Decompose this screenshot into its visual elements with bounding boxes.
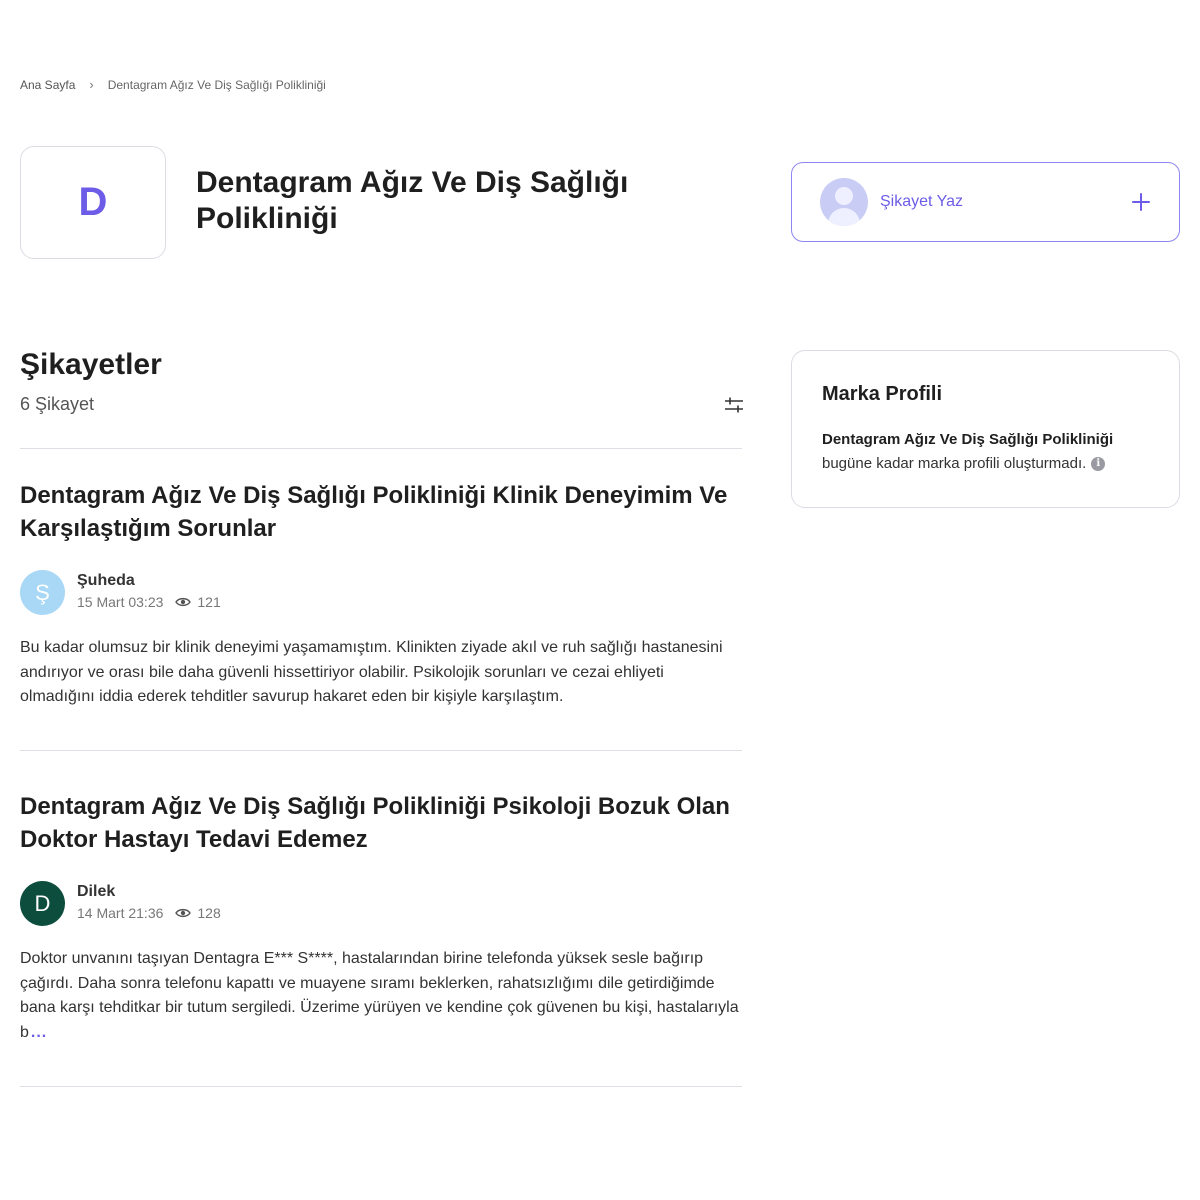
avatar: D [20, 881, 65, 926]
brand-logo: D [20, 146, 166, 259]
info-icon[interactable]: i [1091, 457, 1106, 471]
user-placeholder-icon [820, 178, 868, 226]
complaint-date: 15 Mart 03:23 [77, 594, 164, 610]
read-more-button[interactable]: ... [31, 1024, 47, 1041]
eye-icon [175, 597, 192, 607]
chevron-right-icon: › [89, 77, 94, 92]
breadcrumb-current: Dentagram Ağız Ve Diş Sağlığı Polikliniğ… [107, 77, 326, 92]
divider [20, 750, 742, 751]
view-count: 121 [197, 594, 221, 610]
complaint-meta: 15 Mart 03:23 121 [77, 594, 221, 610]
complaint-meta: 14 Mart 21:36 128 [77, 905, 221, 921]
complaint-date: 14 Mart 21:36 [77, 905, 164, 921]
page-title: Dentagram Ağız Ve Diş Sağlığı Polikliniğ… [196, 166, 629, 235]
write-complaint-label: Şikayet Yaz [880, 193, 964, 210]
section-title: Şikayetler [20, 348, 162, 381]
divider [20, 1086, 742, 1087]
filter-sliders-icon[interactable] [723, 394, 745, 416]
profile-card-title: Marka Profili [822, 383, 943, 405]
breadcrumb-home-link[interactable]: Ana Sayfa [20, 78, 75, 92]
plus-icon [1131, 192, 1151, 212]
complaint-count: 6 Şikayet [20, 394, 95, 414]
user-name: Dilek [77, 883, 116, 900]
view-count: 128 [197, 905, 221, 921]
profile-status-text: bugüne kadar marka profili oluşturmadı. [822, 455, 1087, 472]
profile-brand-name: Dentagram Ağız Ve Diş Sağlığı Polikliniğ… [822, 431, 1114, 448]
user-name: Şuheda [77, 572, 135, 589]
complaint-body[interactable]: Bu kadar olumsuz bir klinik deneyimi yaş… [20, 636, 742, 710]
write-complaint-button[interactable]: Şikayet Yaz [791, 162, 1180, 242]
profile-status: bugüne kadar marka profili oluşturmadı. … [822, 452, 1149, 476]
complaint-body-text: Doktor unvanını taşıyan Dentagra E*** S*… [20, 950, 739, 1041]
breadcrumb: Ana Sayfa › Dentagram Ağız Ve Diş Sağlığ… [20, 77, 326, 92]
divider [20, 448, 742, 449]
complaint-body[interactable]: Doktor unvanını taşıyan Dentagra E*** S*… [20, 947, 742, 1045]
eye-icon [175, 908, 192, 918]
complaint-title[interactable]: Dentagram Ağız Ve Diş Sağlığı Polikliniğ… [20, 479, 745, 545]
avatar: Ş [20, 570, 65, 615]
complaint-title[interactable]: Dentagram Ağız Ve Diş Sağlığı Polikliniğ… [20, 790, 745, 856]
brand-profile-card: Marka Profili Dentagram Ağız Ve Diş Sağl… [791, 350, 1180, 508]
